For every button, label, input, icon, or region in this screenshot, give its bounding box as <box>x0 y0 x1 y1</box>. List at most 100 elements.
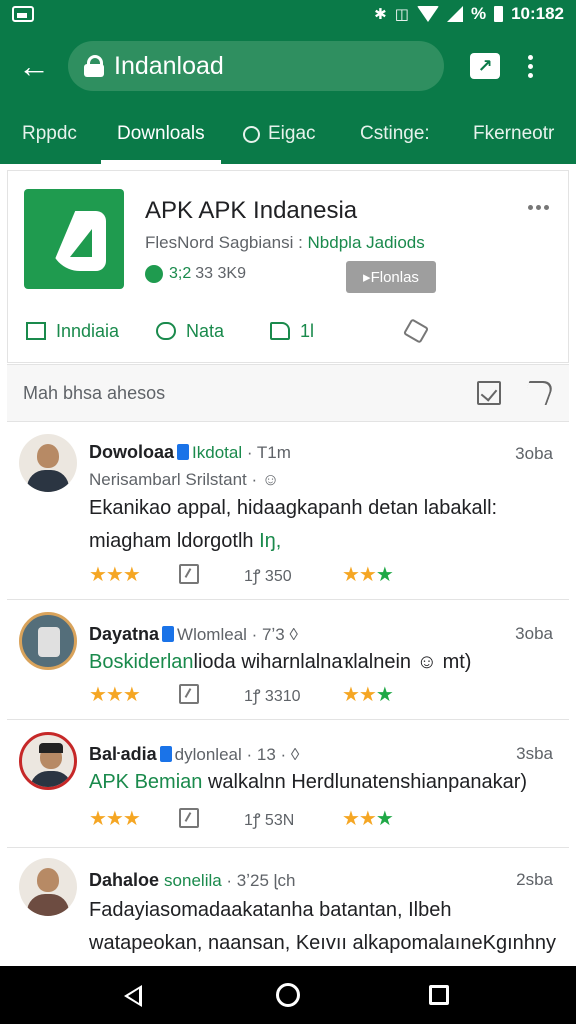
rating-stars: ★★★ <box>89 808 141 830</box>
review-text: Ekanikao appal, hidaagkapanh detan labak… <box>89 492 559 558</box>
review-footer: ★★★ 1ꝭ 3310 ★★★ <box>89 682 559 708</box>
avatar[interactable] <box>19 612 77 670</box>
reviewer-name-text: Dahaloe <box>89 870 160 890</box>
reviewer-name-text: Dowoloaa <box>89 442 175 462</box>
retweet-count[interactable]: 1ꝭ 53N <box>244 808 294 830</box>
nav-recents-icon[interactable] <box>429 985 449 1005</box>
review-text: Boskiderlanlioda wiharnlalnaҡlalnein ☺ m… <box>89 646 559 679</box>
reviewer-name[interactable]: Dayatna Wlomleal · 7ʼ3 ◊ <box>89 624 298 645</box>
tab-fkerneotr[interactable]: Fkerneotr <box>473 104 554 164</box>
review-item: Dahaloe sonelila · 3ʼ25 ɭch 2sba Fadayia… <box>7 848 569 966</box>
review-item: Dayatna Wlomleal · 7ʼ3 ◊ 3oba Boskiderlan… <box>7 600 569 720</box>
tab-rppdc[interactable]: Rppdc <box>22 104 77 164</box>
gallery-icon <box>12 6 34 22</box>
review-footer: ★★★ 1ꝭ 53N ★★★ <box>89 806 559 832</box>
review-item: Baŀadia dylonleal · 13 · ◊ 3sba APK Bemia… <box>7 720 569 848</box>
lock-icon <box>84 55 104 77</box>
reviewer-subtitle: Nerisambarl Srilstant · ☺ <box>89 470 279 490</box>
reviewer-tag: dylonleal · 13 · <box>174 745 287 764</box>
review-text-body: lioda wiharnlalnaҡlalnein ☺ mt) <box>193 651 472 673</box>
download-action[interactable]: Inndiaia <box>26 311 119 351</box>
like-count: 1l <box>300 320 315 341</box>
review-text-body: walkalnn Herdlunatenshianpanakar) <box>207 771 528 793</box>
edit-icon[interactable] <box>179 808 199 828</box>
comment-action-label: Nata <box>186 320 225 341</box>
signal-icon <box>446 6 463 22</box>
reviewer-name-text: Dayatna <box>89 624 160 644</box>
reviewer-name[interactable]: Baŀadia dylonleal · 13 · ◊ <box>89 744 299 765</box>
checkbox-icon[interactable] <box>477 381 501 405</box>
review-footer: ★★★ 1ꝭ 350 ★★★ <box>89 562 559 588</box>
app-subtitle: FlesNord Sagbiansi : Nbdpla Jadiods <box>145 233 425 253</box>
app-logo[interactable] <box>24 189 124 289</box>
review-item: Dowoloaa Ikdotal · T1m 3oba Nerisambarl S… <box>7 422 569 600</box>
review-time: ◊ <box>286 745 300 764</box>
reviews-title: Mah bhsa ahesos <box>23 383 166 403</box>
app-rating: 3;2 <box>169 265 192 282</box>
reviewer-tag: Wlomleal · 7ʼ3 <box>177 625 285 644</box>
tab-downloads[interactable]: Downloals <box>117 104 205 164</box>
like-action[interactable]: 1l <box>270 311 314 351</box>
pin-action[interactable] <box>402 311 436 351</box>
rating-icon <box>145 265 163 283</box>
secondary-stars: ★★★ <box>342 562 394 587</box>
app-developer: FlesNord Sagbiansi : <box>145 233 308 252</box>
nav-back-icon[interactable] <box>124 985 142 1007</box>
more-options-icon[interactable] <box>528 205 549 210</box>
download-icon <box>26 322 46 340</box>
install-button[interactable]: ▸ Flonlas <box>346 261 436 293</box>
reviewer-name-text: Baŀadia <box>89 744 157 764</box>
verified-icon <box>162 626 175 642</box>
vibrate-icon: ◫ <box>394 6 409 23</box>
comment-action[interactable]: Nata <box>156 311 224 351</box>
back-arrow-icon[interactable]: ← <box>0 28 68 104</box>
review-date: 3oba <box>515 624 553 643</box>
review-date: 3sba <box>516 744 553 763</box>
reviewer-name[interactable]: Dowoloaa Ikdotal · T1m <box>89 442 291 463</box>
pin-icon <box>402 318 430 344</box>
retweet-count[interactable]: 1ꝭ 350 <box>244 564 292 586</box>
app-card: APK APK Indanesia FlesNord Sagbiansi : N… <box>7 170 569 363</box>
share-icon[interactable]: ↗ <box>470 53 500 79</box>
review-text-body: Ekanikao appal, hidaagkapanh detan labak… <box>89 497 498 552</box>
url-text: Indanload <box>114 51 224 80</box>
reviewer-name[interactable]: Dahaloe sonelila · 3ʼ25 ɭch <box>89 870 295 891</box>
app-actions: Inndiaia Nata 1l <box>8 311 570 351</box>
bluetooth-icon: ✱ <box>374 6 387 23</box>
reviewer-subtitle-text: Nerisambarl Srilstant · <box>89 470 262 489</box>
app-category[interactable]: Nbdpla Jadiods <box>308 233 425 252</box>
tab-bar: Rppdc Downloals Eigac Cstinge: Fkerneotr <box>0 104 576 164</box>
tab-eigac[interactable]: Eigac <box>243 104 316 164</box>
edit-icon[interactable] <box>179 564 199 584</box>
retweet-count[interactable]: 1ꝭ 3310 <box>244 684 301 706</box>
nav-home-icon[interactable] <box>276 983 300 1007</box>
battery-percent: % <box>470 4 487 23</box>
share-arrow-icon[interactable] <box>520 381 556 405</box>
status-bar: ✱ ◫ % 10:182 <box>0 0 576 28</box>
system-nav-bar <box>0 966 576 1024</box>
thumbs-up-icon <box>270 322 290 340</box>
avatar[interactable] <box>19 858 77 916</box>
review-time: ◊ <box>284 625 298 644</box>
secondary-stars: ★★★ <box>342 682 394 707</box>
avatar[interactable] <box>19 434 77 492</box>
stars-yellow: ★★ <box>342 564 377 586</box>
app-title: APK APK Indanesia <box>145 197 358 224</box>
clock: 10:182 <box>511 4 564 23</box>
avatar[interactable] <box>19 732 77 790</box>
tab-cstinge[interactable]: Cstinge: <box>360 104 430 164</box>
app-bar: ← Indanload ↗ <box>0 28 576 104</box>
emoji-icon: ☺ <box>261 470 280 489</box>
review-text-highlight: APK Bemian <box>89 771 208 793</box>
active-tab-indicator <box>101 160 221 164</box>
app-size: 33 3K9 <box>195 265 246 282</box>
stars-yellow: ★★ <box>342 808 377 830</box>
status-icons: ✱ ◫ % 10:182 <box>374 4 564 24</box>
stars-green: ★ <box>375 684 394 706</box>
tab-eigac-label: Eigac <box>268 123 316 144</box>
url-bar[interactable]: Indanload <box>68 41 444 91</box>
user-icon <box>243 125 260 143</box>
edit-icon[interactable] <box>179 684 199 704</box>
overflow-menu-icon[interactable] <box>528 54 533 78</box>
review-text-highlight: Iŋ, <box>259 530 282 552</box>
